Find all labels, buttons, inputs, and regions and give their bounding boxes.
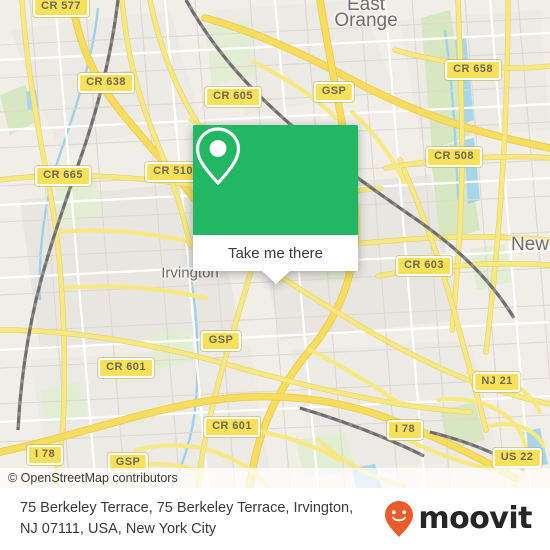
road-shield: CR 601 — [98, 358, 154, 378]
road-shield: CR 508 — [426, 147, 482, 167]
moovit-logo[interactable]: moovit — [384, 500, 550, 538]
address-line-1: 75 Berkeley Terrace, 75 Berkeley Terrace… — [20, 500, 354, 516]
moovit-pin-icon — [385, 501, 414, 537]
road-shield: CR 638 — [78, 73, 134, 93]
road-shield: CR 601 — [204, 417, 260, 437]
road-shield: CR 603 — [396, 256, 452, 276]
take-me-there-label: Take me there — [227, 244, 324, 262]
road-shield: I 78 — [387, 420, 423, 440]
moovit-wordmark: moovit — [418, 501, 532, 536]
footer-bar: 75 Berkeley Terrace, 75 Berkeley Terrace… — [0, 488, 550, 550]
place-label-east-orange: East Orange — [334, 0, 398, 31]
place-label-newark: New — [510, 234, 550, 255]
road-shield: US 22 — [492, 448, 542, 468]
map-screenshot: .w { fill:none; stroke:#ffffff; stroke-w… — [0, 0, 550, 550]
road-shield: CR 605 — [205, 87, 261, 107]
road-shield: CR 665 — [35, 166, 91, 186]
popup-pointer-tail — [261, 271, 290, 284]
road-shield: I 78 — [27, 445, 63, 465]
map-canvas[interactable]: .w { fill:none; stroke:#ffffff; stroke-w… — [0, 0, 550, 488]
road-shield: GSP — [313, 82, 355, 102]
take-me-there-button[interactable]: Take me there — [193, 235, 358, 271]
place-label-line: Orange — [334, 10, 398, 31]
address-line-2: NJ 07111, USA, New York City — [20, 521, 217, 537]
map-attribution[interactable]: © OpenStreetMap contributors — [0, 468, 550, 488]
road-shield: NJ 21 — [473, 372, 521, 392]
address-text: 75 Berkeley Terrace, 75 Berkeley Terrace… — [0, 498, 384, 540]
popup-header — [193, 125, 358, 235]
location-popup-card[interactable]: Take me there — [193, 125, 358, 284]
road-shield: CR 577 — [33, 0, 89, 17]
road-shield: CR 658 — [445, 60, 501, 80]
location-pin-icon — [195, 127, 241, 185]
road-shield: GSP — [200, 331, 242, 351]
